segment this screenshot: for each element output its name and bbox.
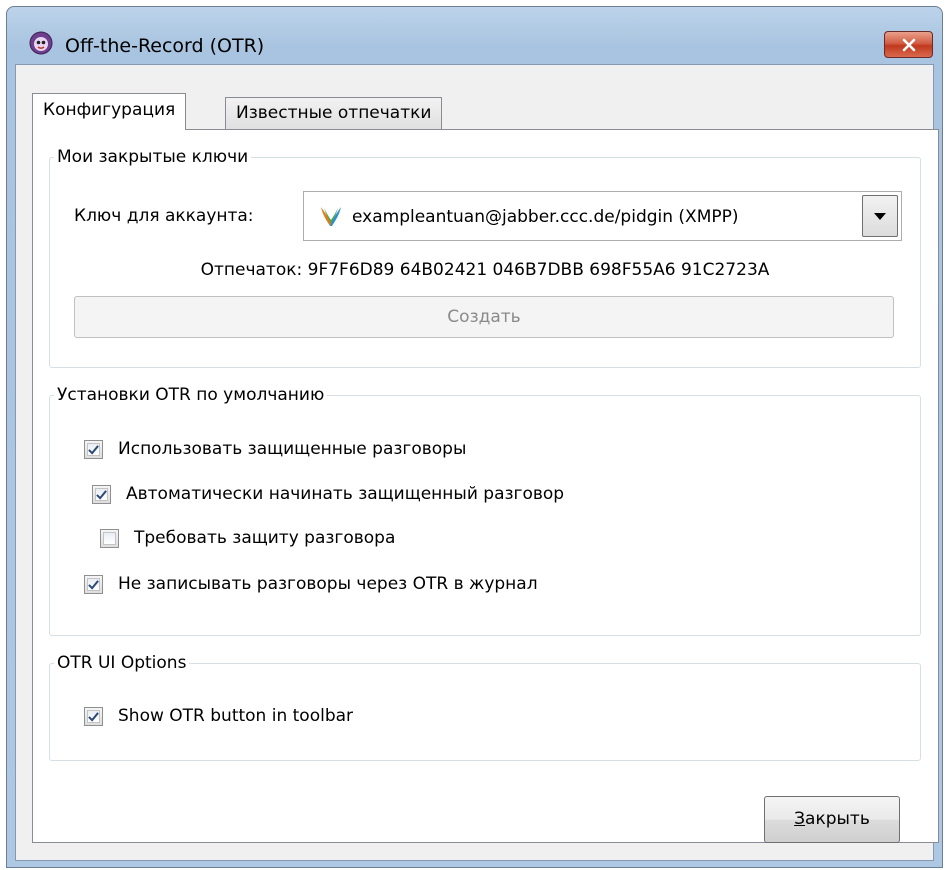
fingerprint-text: Отпечаток: 9F7F6D89 64B02421 046B7DBB 69… <box>200 260 770 280</box>
configuration-panel: Мои закрытые ключи Ключ для аккаунта: ex… <box>32 129 939 843</box>
default-settings-group-title: Установки OTR по умолчанию <box>54 384 328 406</box>
otr-dialog-window: Off-the-Record (OTR) Конфигурация Извест… <box>6 6 943 868</box>
require-private-checkbox[interactable] <box>100 529 119 548</box>
close-button-mnemonic: З <box>794 809 806 829</box>
chevron-down-icon <box>874 212 886 220</box>
require-private-label: Требовать защиту разговора <box>134 528 396 548</box>
dont-log-label: Не записывать разговоры через OTR в журн… <box>118 574 538 594</box>
show-otr-button-label: Show OTR button in toolbar <box>118 706 354 726</box>
account-dropdown-button[interactable] <box>862 195 898 237</box>
account-key-label: Ключ для аккаунта: <box>74 206 254 226</box>
use-private-messaging-checkbox[interactable] <box>84 440 103 459</box>
dont-log-checkbox[interactable] <box>84 575 103 594</box>
window-title: Off-the-Record (OTR) <box>65 35 265 57</box>
private-keys-group-title: Мои закрытые ключи <box>54 146 252 168</box>
show-otr-button-checkbox[interactable] <box>84 707 103 726</box>
account-select-value: exampleantuan@jabber.ccc.de/pidgin (XMPP… <box>352 207 739 227</box>
close-icon <box>902 38 915 51</box>
auto-initiate-label: Автоматически начинать защищенный разгов… <box>126 484 565 504</box>
checkmark-icon <box>88 445 99 455</box>
checkmark-icon <box>96 490 107 500</box>
ui-options-group: OTR UI Options Show OTR button in toolba… <box>49 652 921 761</box>
window-close-button[interactable] <box>884 31 933 58</box>
create-key-button[interactable]: Создать <box>74 296 894 338</box>
close-dialog-button[interactable]: Закрыть <box>764 796 900 843</box>
xmpp-protocol-icon <box>321 207 341 226</box>
pidgin-app-icon <box>29 31 53 55</box>
ui-options-group-title: OTR UI Options <box>54 652 190 674</box>
checkmark-icon <box>88 580 99 590</box>
dialog-client-area: Конфигурация Известные отпечатки Мои зак… <box>15 64 939 861</box>
default-settings-group: Установки OTR по умолчанию Использовать … <box>49 384 921 636</box>
title-bar[interactable]: Off-the-Record (OTR) <box>7 7 942 58</box>
tab-known-fingerprints[interactable]: Известные отпечатки <box>225 97 443 129</box>
account-select[interactable]: exampleantuan@jabber.ccc.de/pidgin (XMPP… <box>303 191 902 241</box>
tab-configuration[interactable]: Конфигурация <box>32 93 187 130</box>
close-button-label: акрыть <box>805 809 870 829</box>
use-private-messaging-label: Использовать защищенные разговоры <box>118 439 467 459</box>
auto-initiate-checkbox[interactable] <box>92 485 111 504</box>
private-keys-group: Мои закрытые ключи Ключ для аккаунта: ex… <box>49 146 921 368</box>
checkmark-icon <box>88 712 99 722</box>
